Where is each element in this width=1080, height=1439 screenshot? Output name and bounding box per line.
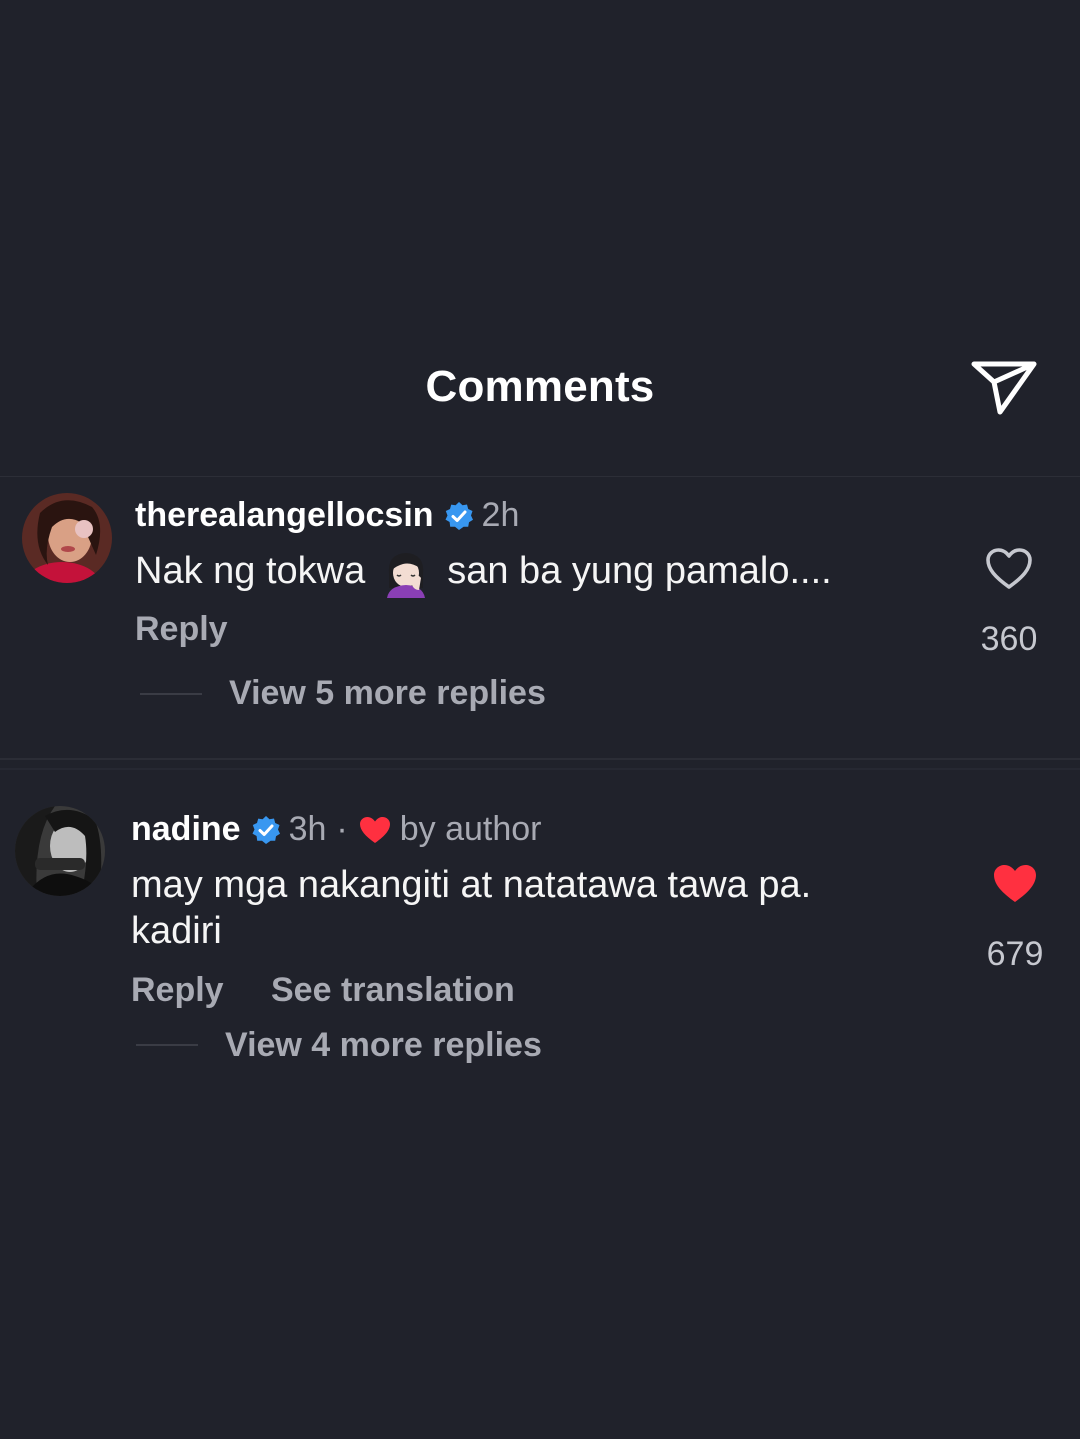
heart-filled-icon[interactable]	[991, 862, 1039, 906]
verified-badge-icon	[444, 501, 474, 531]
avatar[interactable]	[15, 806, 105, 896]
liked-by-author-label: by author	[399, 810, 542, 848]
comment-text-part: Nak ng tokwa	[135, 550, 366, 593]
comments-header: Comments	[0, 340, 1080, 477]
woman-facepalming-emoji-icon	[381, 548, 431, 598]
comment-text: Nak ng tokwa san ba yung pamalo....	[135, 548, 832, 598]
comment-divider	[0, 768, 1080, 770]
view-more-replies-button[interactable]: View 4 more replies	[225, 1026, 542, 1065]
replies-divider	[140, 693, 202, 695]
reply-button[interactable]: Reply	[131, 971, 224, 1010]
heart-filled-icon	[358, 815, 392, 845]
username[interactable]: nadine	[131, 810, 241, 849]
comment-time: 3h	[288, 810, 327, 848]
comment-meta: nadine 3h · by author	[131, 810, 542, 849]
comment-text-line: may mga nakangiti at natatawa tawa pa.	[131, 864, 812, 906]
reply-button[interactable]: Reply	[135, 610, 228, 649]
heart-outline-icon[interactable]	[985, 547, 1033, 591]
see-translation-button[interactable]: See translation	[271, 971, 515, 1010]
separator-dot: ·	[336, 810, 348, 848]
like-count: 679	[986, 935, 1044, 973]
view-more-replies-button[interactable]: View 5 more replies	[229, 674, 546, 713]
comment-time: 2h	[481, 496, 520, 534]
page-title: Comments	[425, 362, 655, 411]
send-icon[interactable]	[968, 354, 1040, 418]
comment-meta: therealangellocsin 2h	[135, 496, 519, 535]
comment-text: may mga nakangiti at natatawa tawa pa. k…	[131, 862, 811, 954]
avatar[interactable]	[22, 493, 112, 583]
replies-divider	[136, 1044, 198, 1046]
verified-badge-icon	[251, 815, 281, 845]
comment-divider	[0, 758, 1080, 760]
username[interactable]: therealangellocsin	[135, 496, 434, 535]
like-count: 360	[980, 620, 1038, 658]
comment-text-line: kadiri	[131, 910, 222, 952]
comment-text-part: san ba yung pamalo....	[447, 550, 832, 593]
